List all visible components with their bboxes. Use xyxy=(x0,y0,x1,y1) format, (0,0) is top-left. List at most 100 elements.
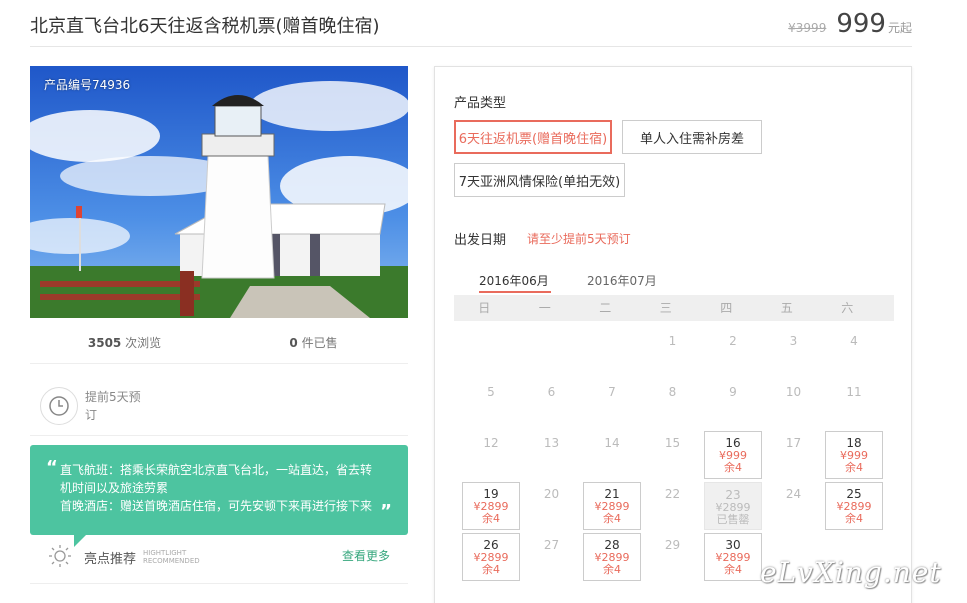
calendar-day-29: 29 xyxy=(644,533,702,581)
calendar-weekday-header: 日 一 二 三 四 五 六 xyxy=(454,295,894,321)
watermark: eLvXing.net xyxy=(760,556,942,589)
tab-month-july[interactable]: 2016年07月 xyxy=(587,272,657,289)
calendar-day-25[interactable]: 25 ¥2899 余4 xyxy=(825,482,883,530)
calendar-day-5: 5 xyxy=(462,380,520,428)
day-number: 22 xyxy=(664,487,681,501)
day-number: 12 xyxy=(483,436,499,450)
weekday-tue: 二 xyxy=(599,301,612,315)
sun-icon xyxy=(48,544,72,572)
clock-icon xyxy=(40,387,78,425)
day-number: 21 xyxy=(604,487,620,501)
calendar-day-16[interactable]: 16 ¥999 余4 xyxy=(704,431,762,479)
calendar-day-18[interactable]: 18 ¥999 余4 xyxy=(825,431,883,479)
calendar-day-8: 8 xyxy=(644,380,702,428)
divider xyxy=(30,583,408,584)
calendar-day-26[interactable]: 26 ¥2899 余4 xyxy=(462,533,520,581)
calendar-day-7: 7 xyxy=(583,380,641,428)
sold-out-label: 已售罄 xyxy=(716,513,750,526)
calendar-day-17: 17 xyxy=(765,431,823,479)
remaining-stock: 余4 xyxy=(845,461,863,474)
remaining-stock: 余4 xyxy=(603,512,621,525)
calendar-day-3: 3 xyxy=(765,329,823,377)
calendar-day-19[interactable]: 19 ¥2899 余4 xyxy=(462,482,520,530)
calendar-day-12: 12 xyxy=(462,431,520,479)
day-number: 29 xyxy=(664,538,681,552)
remaining-stock: 余4 xyxy=(724,563,742,576)
calendar-day-14: 14 xyxy=(583,431,641,479)
divider xyxy=(30,435,408,436)
type-option-roundtrip[interactable]: 6天往返机票(赠首晚住宿) xyxy=(454,120,612,154)
calendar-day-15: 15 xyxy=(644,431,702,479)
calendar-day-23: 23 ¥2899 已售罄 xyxy=(704,482,762,530)
calendar-day-11: 11 xyxy=(825,380,883,428)
calendar-day-10: 10 xyxy=(765,380,823,428)
highlight-label-en-line1: HIGHTLIGHT xyxy=(143,549,187,557)
quote-close-icon: ” xyxy=(380,501,392,522)
day-number: 24 xyxy=(785,487,802,501)
day-number: 13 xyxy=(543,436,560,450)
day-number: 26 xyxy=(483,538,499,552)
highlight-flight-text: 直飞航班：搭乘长荣航空北京直飞台北，一站直达，省去转机时间以及旅途劳累 xyxy=(60,463,373,495)
sold-stat: 0 件已售 xyxy=(219,334,408,351)
type-option-insurance[interactable]: 7天亚洲风情保险(单拍无效) xyxy=(454,163,625,197)
view-more-link[interactable]: 查看更多 xyxy=(342,547,390,564)
price-box: ¥3999 999 元起 xyxy=(788,9,912,39)
original-price: ¥3999 xyxy=(788,21,827,35)
highlight-label: 亮点推荐 xyxy=(84,552,137,567)
price-unit: 元起 xyxy=(887,21,912,35)
product-photo[interactable]: 产品编号74936 xyxy=(30,66,408,318)
day-number: 23 xyxy=(725,488,741,502)
calendar-day-4: 4 xyxy=(825,329,883,377)
calendar-day-24: 24 xyxy=(765,482,823,530)
weekday-mon: 一 xyxy=(538,301,551,315)
calendar-day-9: 9 xyxy=(704,380,762,428)
calendar-day-2: 2 xyxy=(704,329,762,377)
highlight-box: “ 直飞航班：搭乘长荣航空北京直飞台北，一站直达，省去转机时间以及旅途劳累 首晚… xyxy=(30,445,408,535)
day-number: 15 xyxy=(664,436,681,450)
advance-booking-note: 提前5天预订 xyxy=(85,390,141,422)
day-number: 20 xyxy=(543,487,560,501)
remaining-stock: 余4 xyxy=(845,512,863,525)
views-stat: 3505 次浏览 xyxy=(30,334,219,351)
current-price: 999 xyxy=(836,9,886,39)
day-number: 4 xyxy=(850,334,858,348)
calendar-day-28[interactable]: 28 ¥2899 余4 xyxy=(583,533,641,581)
day-number: 14 xyxy=(604,436,620,450)
product-stats: 3505 次浏览 0 件已售 xyxy=(30,334,408,351)
day-number: 18 xyxy=(846,436,862,450)
highlight-hotel-text: 首晚酒店：赠送首晚酒店住宿，可先安顿下来再进行接下来 xyxy=(60,499,373,513)
calendar-day-22: 22 xyxy=(644,482,702,530)
remaining-stock: 余4 xyxy=(482,512,500,525)
highlight-label-en: HIGHTLIGHT RECOMMENDED xyxy=(143,549,200,565)
highlight-label-en-line2: RECOMMENDED xyxy=(143,557,200,565)
calendar-day-30[interactable]: 30 ¥2899 余4 xyxy=(704,533,762,581)
advance-hint: 请至少提前5天预订 xyxy=(527,232,631,246)
day-number: 2 xyxy=(729,334,737,348)
day-number: 19 xyxy=(483,487,499,501)
day-number: 28 xyxy=(604,538,620,552)
tab-month-june[interactable]: 2016年06月 xyxy=(479,272,549,289)
weekday-sat: 六 xyxy=(841,301,854,315)
calendar-day-13: 13 xyxy=(523,431,581,479)
remaining-stock: 余4 xyxy=(482,563,500,576)
day-number: 6 xyxy=(547,385,556,399)
views-label: 次浏览 xyxy=(121,336,162,350)
sold-count: 0 xyxy=(289,336,298,350)
calendar-day-6: 6 xyxy=(523,380,581,428)
product-title: 北京直飞台北6天往返含税机票(赠首晚住宿) xyxy=(30,16,380,37)
remaining-stock: 余4 xyxy=(603,563,621,576)
day-number: 27 xyxy=(543,538,560,552)
day-number: 16 xyxy=(725,436,741,450)
departure-date-label: 出发日期 xyxy=(454,233,507,248)
day-number: 25 xyxy=(846,487,862,501)
calendar-day-1: 1 xyxy=(644,329,702,377)
day-number: 10 xyxy=(785,385,802,399)
calendar-day-21[interactable]: 21 ¥2899 余4 xyxy=(583,482,641,530)
lighthouse-image xyxy=(30,66,408,318)
day-number: 11 xyxy=(846,385,862,399)
day-number: 8 xyxy=(668,385,677,399)
type-option-single-room[interactable]: 单人入住需补房差 xyxy=(622,120,762,154)
views-count: 3505 xyxy=(87,336,122,350)
divider xyxy=(30,363,408,364)
product-type-label: 产品类型 xyxy=(454,96,507,111)
